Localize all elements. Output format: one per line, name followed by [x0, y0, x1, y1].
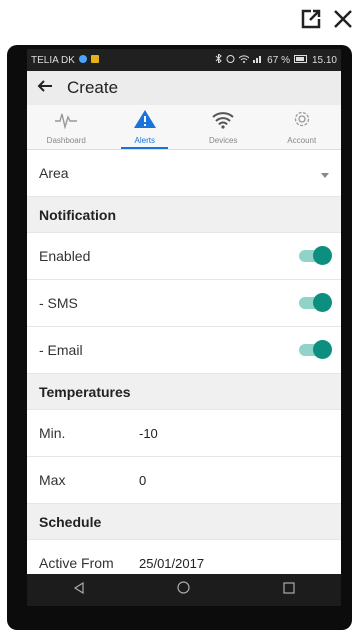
- external-link-icon[interactable]: [300, 8, 322, 30]
- back-arrow-icon[interactable]: [37, 78, 53, 99]
- home-nav-icon[interactable]: [177, 581, 191, 599]
- area-label: Area: [39, 165, 69, 181]
- sms-row: - SMS: [27, 280, 341, 327]
- max-temperature-row: Max 0: [27, 457, 341, 504]
- clock: 15.10: [311, 54, 337, 66]
- email-row: - Email: [27, 327, 341, 374]
- temperatures-section-header: Temperatures: [27, 374, 341, 410]
- wifi-icon: [211, 111, 235, 134]
- tab-alerts-label: Alerts: [134, 136, 155, 145]
- carrier-label: TELIA DK: [31, 54, 75, 66]
- bluetooth-icon: [215, 52, 222, 66]
- temperatures-heading: Temperatures: [39, 383, 131, 400]
- battery-icon: [293, 54, 308, 66]
- min-temperature-field[interactable]: -10: [139, 426, 158, 441]
- schedule-heading: Schedule: [39, 513, 102, 530]
- status-bar: TELIA DK 67 % 15.10: [27, 49, 341, 71]
- chat-icon: [78, 54, 87, 66]
- android-nav-bar: [27, 574, 341, 606]
- sms-label: - SMS: [39, 295, 78, 311]
- tab-alerts[interactable]: Alerts: [106, 105, 185, 149]
- gear-icon: [292, 109, 312, 134]
- alert-icon: [133, 109, 157, 134]
- email-toggle[interactable]: [299, 340, 332, 359]
- pulse-icon: [54, 111, 78, 134]
- tab-devices[interactable]: Devices: [184, 105, 263, 149]
- alarm-icon: [226, 54, 235, 66]
- tab-bar: Dashboard Alerts Devices Account: [27, 105, 341, 150]
- photo-icon: [90, 54, 99, 66]
- schedule-section-header: Schedule: [27, 504, 341, 540]
- wifi-status-icon: [238, 54, 250, 66]
- notification-section-header: Notification: [27, 197, 341, 233]
- min-label: Min.: [39, 425, 66, 441]
- tab-account-label: Account: [287, 136, 317, 145]
- recents-nav-icon[interactable]: [283, 581, 295, 599]
- max-temperature-field[interactable]: 0: [139, 473, 146, 488]
- active-from-date-field[interactable]: 25/01/2017: [139, 556, 204, 571]
- back-nav-icon[interactable]: [73, 581, 85, 599]
- close-icon[interactable]: [332, 8, 354, 30]
- phone-screen: TELIA DK 67 % 15.10 Create Dashboard Ale…: [27, 49, 341, 606]
- battery-percent: 67 %: [267, 54, 290, 66]
- tab-dashboard-label: Dashboard: [46, 136, 86, 145]
- tab-account[interactable]: Account: [263, 105, 342, 149]
- area-select[interactable]: Area: [27, 150, 341, 197]
- tab-dashboard[interactable]: Dashboard: [27, 105, 106, 149]
- dropdown-arrow-icon: [321, 165, 329, 181]
- window-controls: [300, 8, 354, 30]
- max-label: Max: [39, 472, 66, 488]
- page-title: Create: [67, 78, 119, 97]
- enabled-toggle[interactable]: [299, 246, 332, 265]
- enabled-label: Enabled: [39, 248, 91, 264]
- active-from-label: Active From: [39, 555, 114, 571]
- sms-toggle[interactable]: [299, 293, 332, 312]
- tab-devices-label: Devices: [209, 136, 238, 145]
- app-bar: Create: [27, 71, 341, 105]
- email-label: - Email: [39, 342, 83, 358]
- signal-icon: [253, 54, 263, 66]
- notification-heading: Notification: [39, 206, 116, 223]
- min-temperature-row: Min. -10: [27, 410, 341, 457]
- enabled-row: Enabled: [27, 233, 341, 280]
